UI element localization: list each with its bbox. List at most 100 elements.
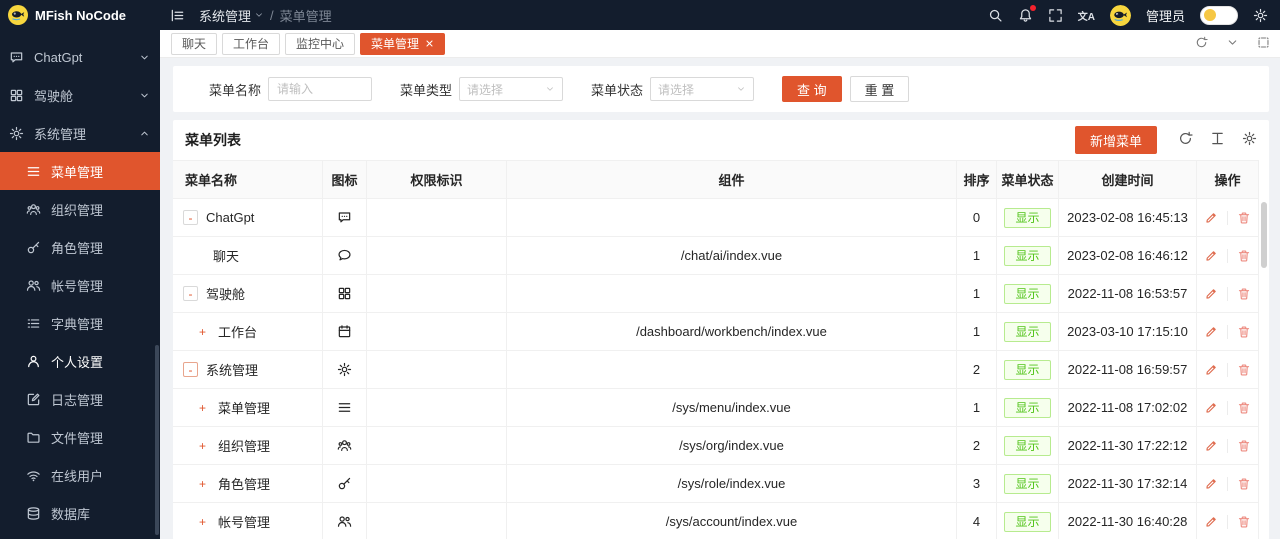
menu-fold-icon[interactable]: [170, 8, 185, 23]
tab-chevron-down-icon[interactable]: [1226, 36, 1239, 52]
sidebar-subitem[interactable]: 数据库: [0, 494, 160, 532]
menu-name-cell: - 驾驶舱: [173, 275, 323, 313]
table-scrollbar-thumb[interactable]: [1261, 202, 1267, 268]
permission-cell: [367, 237, 507, 275]
permission-cell: [367, 503, 507, 539]
sidebar-subitem-label: 在线用户: [51, 468, 104, 484]
edit-button[interactable]: [1204, 439, 1218, 453]
created-time-cell: 2022-11-30 17:32:14: [1059, 465, 1197, 503]
sort-cell: 0: [957, 199, 997, 237]
select-dropdown[interactable]: 请选择: [459, 77, 564, 101]
delete-button[interactable]: [1237, 363, 1251, 377]
query-button[interactable]: 查 询: [782, 76, 842, 102]
menu-name-cell: 聊天: [173, 237, 323, 275]
created-time: 2023-02-08 16:46:12: [1067, 248, 1188, 263]
expand-toggle[interactable]: +: [195, 438, 210, 453]
expand-toggle[interactable]: +: [195, 400, 210, 415]
collapse-toggle[interactable]: -: [183, 286, 198, 301]
component-cell: /sys/menu/index.vue: [507, 389, 957, 427]
tab-item[interactable]: 监控中心: [285, 32, 356, 55]
edit-button[interactable]: [1204, 515, 1218, 529]
edit-button[interactable]: [1204, 249, 1218, 263]
maximize-icon[interactable]: [1257, 36, 1270, 52]
translate-icon[interactable]: 文A: [1078, 8, 1095, 23]
column-settings-icon[interactable]: [1242, 131, 1257, 149]
menu-table: 菜单名称 图标 权限标识 组件 排序 菜单状态 创建时间 操作 - ChatGpt 0 显示 2023…: [173, 160, 1269, 539]
table-row: + 帐号管理/sys/account/index.vue 4 显示 2022-11-30…: [173, 503, 1259, 539]
sidebar-scrollbar-thumb[interactable]: [155, 345, 159, 535]
sort-cell: 1: [957, 237, 997, 275]
user-avatar[interactable]: [1109, 4, 1131, 26]
tab-item[interactable]: 菜单管理: [360, 32, 446, 55]
edit-button[interactable]: [1204, 477, 1218, 491]
sidebar-subitem[interactable]: 角色管理: [0, 228, 160, 266]
settings-gear-icon[interactable]: [1253, 8, 1268, 23]
sidebar-subitem[interactable]: 个人设置: [0, 342, 160, 380]
delete-button[interactable]: [1237, 287, 1251, 301]
sidebar-subitem[interactable]: 帐号管理: [0, 266, 160, 304]
tab-item[interactable]: 工作台: [222, 32, 281, 55]
component-cell: /sys/role/index.vue: [507, 465, 957, 503]
delete-button[interactable]: [1237, 211, 1251, 225]
sidebar-item[interactable]: 系统管理: [0, 114, 160, 152]
table-row: 聊天/chat/ai/index.vue 1 显示 2023-02-08 16:46:…: [173, 237, 1259, 275]
breadcrumb-root[interactable]: 系统管理: [199, 6, 264, 25]
sidebar-subitem[interactable]: 日志管理: [0, 380, 160, 418]
tab-item[interactable]: 聊天: [171, 32, 218, 55]
delete-button[interactable]: [1237, 401, 1251, 415]
tab-label: 菜单管理: [371, 37, 420, 51]
permission-cell: [367, 199, 507, 237]
sort-cell: 3: [957, 465, 997, 503]
component-cell: [507, 275, 957, 313]
select-dropdown[interactable]: 请选择: [650, 77, 755, 101]
collapse-toggle[interactable]: -: [183, 210, 198, 225]
sidebar-item[interactable]: ChatGpt: [0, 38, 160, 76]
menu-icon-cell: [323, 503, 367, 539]
tab-label: 监控中心: [296, 37, 345, 51]
edit-button[interactable]: [1204, 325, 1218, 339]
org-icon: [26, 201, 42, 217]
sidebar-subitem[interactable]: 文件管理: [0, 418, 160, 456]
sidebar-item[interactable]: 驾驶舱: [0, 76, 160, 114]
status-cell: 显示: [997, 503, 1059, 539]
edit-button[interactable]: [1204, 287, 1218, 301]
operations-cell: [1197, 351, 1259, 389]
delete-button[interactable]: [1237, 477, 1251, 491]
sidebar-subitem[interactable]: 在线用户: [0, 456, 160, 494]
row-height-icon[interactable]: [1210, 131, 1225, 149]
theme-toggle[interactable]: [1200, 5, 1238, 25]
fullscreen-icon[interactable]: [1048, 8, 1063, 23]
expand-toggle[interactable]: +: [195, 476, 210, 491]
expand-toggle[interactable]: +: [195, 324, 210, 339]
sidebar-subitem[interactable]: 组织管理: [0, 190, 160, 228]
menu-name-input[interactable]: [268, 77, 373, 101]
log-icon: [26, 391, 42, 407]
edit-button[interactable]: [1204, 211, 1218, 225]
add-menu-button[interactable]: 新增菜单: [1074, 126, 1157, 154]
notification-bell-icon[interactable]: [1018, 4, 1036, 23]
chevron-up-icon: [139, 128, 150, 139]
delete-button[interactable]: [1237, 439, 1251, 453]
refresh-icon[interactable]: [1195, 36, 1208, 52]
menu-name-cell: + 菜单管理: [173, 389, 323, 427]
expand-toggle[interactable]: +: [195, 514, 210, 529]
status-cell: 显示: [997, 313, 1059, 351]
edit-button[interactable]: [1204, 363, 1218, 377]
delete-button[interactable]: [1237, 249, 1251, 263]
table-refresh-icon[interactable]: [1178, 131, 1193, 149]
close-icon[interactable]: [425, 37, 434, 51]
created-time: 2022-11-08 17:02:02: [1067, 400, 1188, 415]
delete-button[interactable]: [1237, 325, 1251, 339]
sidebar-subitem[interactable]: 菜单管理: [0, 152, 160, 190]
collapse-toggle[interactable]: -: [183, 362, 198, 377]
edit-button[interactable]: [1204, 401, 1218, 415]
search-icon[interactable]: [988, 8, 1003, 23]
component-path: /sys/role/index.vue: [677, 476, 786, 491]
username-label[interactable]: 管理员: [1146, 6, 1185, 25]
status-cell: 显示: [997, 465, 1059, 503]
table-body: - ChatGpt 0 显示 2023-02-08 16:45:13 聊天/chat/ai…: [173, 199, 1259, 539]
sidebar-subitem[interactable]: 字典管理: [0, 304, 160, 342]
delete-button[interactable]: [1237, 515, 1251, 529]
reset-button[interactable]: 重 置: [849, 76, 910, 102]
created-time: 2023-02-08 16:45:13: [1067, 210, 1188, 225]
